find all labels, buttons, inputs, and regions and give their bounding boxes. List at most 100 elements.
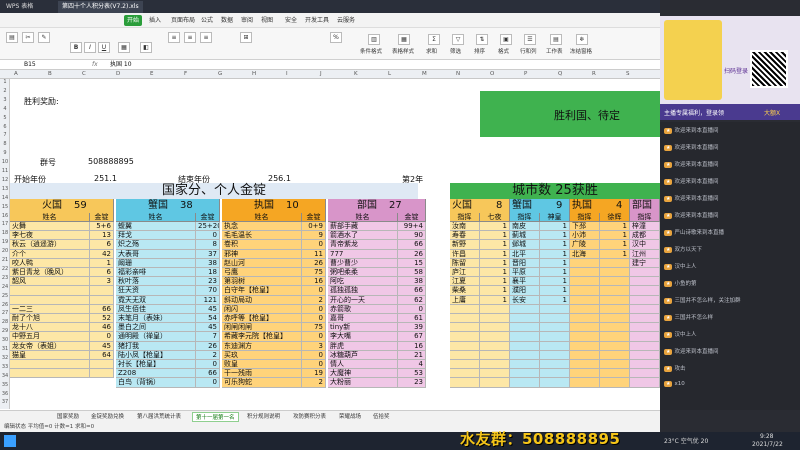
player-gold[interactable]: 16 <box>302 277 326 287</box>
player-name[interactable]: 777 <box>328 249 398 259</box>
player-gold[interactable]: 37 <box>196 249 220 259</box>
city-name[interactable]: 新野 <box>450 240 480 250</box>
city-name[interactable] <box>510 350 540 360</box>
cell-reference[interactable]: B15 <box>24 60 36 70</box>
column-header[interactable]: E <box>150 71 153 77</box>
player-name[interactable]: 拜戈 <box>116 231 196 241</box>
city-name[interactable] <box>510 332 540 342</box>
player-gold[interactable] <box>90 369 114 379</box>
row-header[interactable]: 30 <box>0 337 10 343</box>
player-gold[interactable]: 0 <box>302 314 326 324</box>
player-gold[interactable]: 0 <box>90 332 114 342</box>
fx-icon[interactable]: fx <box>92 60 98 70</box>
player-name[interactable]: 龙女帝（表姐） <box>10 341 90 351</box>
player-gold[interactable]: 38 <box>398 277 426 287</box>
city-name[interactable] <box>630 369 660 379</box>
player-gold[interactable]: 54 <box>196 314 220 324</box>
row-header[interactable]: 37 <box>0 399 10 405</box>
player-name[interactable]: 介个 <box>10 249 90 259</box>
player-gold[interactable]: 45 <box>90 341 114 351</box>
row-header[interactable]: 27 <box>0 310 10 316</box>
player-gold[interactable]: 0 <box>398 304 426 314</box>
player-name[interactable]: 闲闸闲闸 <box>222 323 302 333</box>
player-gold[interactable]: 2 <box>302 378 326 388</box>
player-gold[interactable]: 99+4 <box>398 222 426 232</box>
city-name[interactable]: 小沛 <box>570 231 600 241</box>
player-gold[interactable]: 46 <box>90 323 114 333</box>
city-name[interactable] <box>510 341 540 351</box>
city-count[interactable]: 1 <box>540 286 570 296</box>
row-header[interactable]: 19 <box>0 239 10 245</box>
player-gold[interactable]: 7 <box>196 332 220 342</box>
city-name[interactable]: 建宁 <box>630 258 660 268</box>
player-name[interactable] <box>10 369 90 379</box>
player-name[interactable]: 卷积 <box>222 240 302 250</box>
player-gold[interactable]: 4 <box>398 360 426 370</box>
column-header[interactable]: H <box>252 71 256 77</box>
city-count[interactable]: 1 <box>600 240 630 250</box>
city-name[interactable]: 襄平 <box>510 277 540 287</box>
player-name[interactable]: 粥吧柔柔 <box>328 268 398 278</box>
city-name[interactable] <box>630 277 660 287</box>
tab-view[interactable]: 视图 <box>258 15 276 26</box>
city-count[interactable]: 1 <box>600 249 630 259</box>
row-header[interactable]: 6 <box>0 124 10 130</box>
city-name[interactable]: 庐江 <box>450 268 480 278</box>
city-count[interactable]: 1 <box>540 222 570 232</box>
player-name[interactable]: 李七夜 <box>10 231 90 241</box>
player-name[interactable]: 炽之殇 <box>116 240 196 250</box>
row-header[interactable]: 36 <box>0 391 10 397</box>
city-count[interactable] <box>540 341 570 351</box>
player-name[interactable]: 闲闪 <box>222 304 302 314</box>
column-header[interactable]: G <box>218 71 222 77</box>
city-name[interactable] <box>630 323 660 333</box>
city-count[interactable] <box>540 378 570 388</box>
city-name[interactable] <box>630 286 660 296</box>
column-header[interactable]: O <box>490 71 494 77</box>
city-count[interactable]: 1 <box>540 268 570 278</box>
city-name[interactable] <box>630 360 660 370</box>
underline-button[interactable]: U <box>98 42 110 53</box>
player-gold[interactable]: 75 <box>302 323 326 333</box>
sheet-tab[interactable]: 第八届洪荒统计表 <box>134 412 184 422</box>
city-count[interactable] <box>480 369 510 379</box>
row-header[interactable]: 28 <box>0 319 10 325</box>
player-name[interactable]: 大粉丽 <box>328 378 398 388</box>
city-count[interactable]: 1 <box>540 277 570 287</box>
city-count[interactable]: 1 <box>480 258 510 268</box>
city-name[interactable] <box>570 369 600 379</box>
column-header[interactable]: P <box>524 71 527 77</box>
player-name[interactable]: 青帝紫龙 <box>328 240 398 250</box>
sheet-tab[interactable]: 荣耀战场 <box>336 412 364 422</box>
player-gold[interactable]: 0 <box>302 240 326 250</box>
city-count[interactable] <box>540 323 570 333</box>
player-name[interactable]: 霓天无双 <box>116 295 196 305</box>
player-name[interactable]: 通明殿（禅皇） <box>116 332 196 342</box>
player-gold[interactable]: 26 <box>196 341 220 351</box>
city-name[interactable] <box>450 341 480 351</box>
city-count[interactable]: 1 <box>480 222 510 232</box>
conditional-format-icon[interactable]: ▥ <box>368 34 380 45</box>
city-name[interactable]: 平原 <box>510 268 540 278</box>
player-name[interactable]: 凤生佰佳 <box>116 304 196 314</box>
city-count[interactable]: 1 <box>540 295 570 305</box>
paste-button[interactable]: ▤ <box>6 32 18 43</box>
tab-data[interactable]: 数据 <box>218 15 236 26</box>
city-name[interactable] <box>630 295 660 305</box>
city-name[interactable] <box>570 350 600 360</box>
player-name[interactable] <box>10 360 90 370</box>
player-name[interactable]: 孤独孤独 <box>328 286 398 296</box>
city-name[interactable] <box>570 258 600 268</box>
city-count[interactable] <box>600 314 630 324</box>
city-name[interactable] <box>510 369 540 379</box>
player-gold[interactable]: 52 <box>90 314 114 324</box>
row-header[interactable]: 25 <box>0 293 10 299</box>
city-name[interactable] <box>570 378 600 388</box>
city-name[interactable] <box>510 323 540 333</box>
column-header[interactable]: S <box>626 71 630 77</box>
city-name[interactable]: 汝南 <box>450 222 480 232</box>
player-gold[interactable]: 0 <box>196 360 220 370</box>
city-name[interactable] <box>570 314 600 324</box>
player-gold[interactable] <box>90 286 114 296</box>
city-name[interactable] <box>450 369 480 379</box>
